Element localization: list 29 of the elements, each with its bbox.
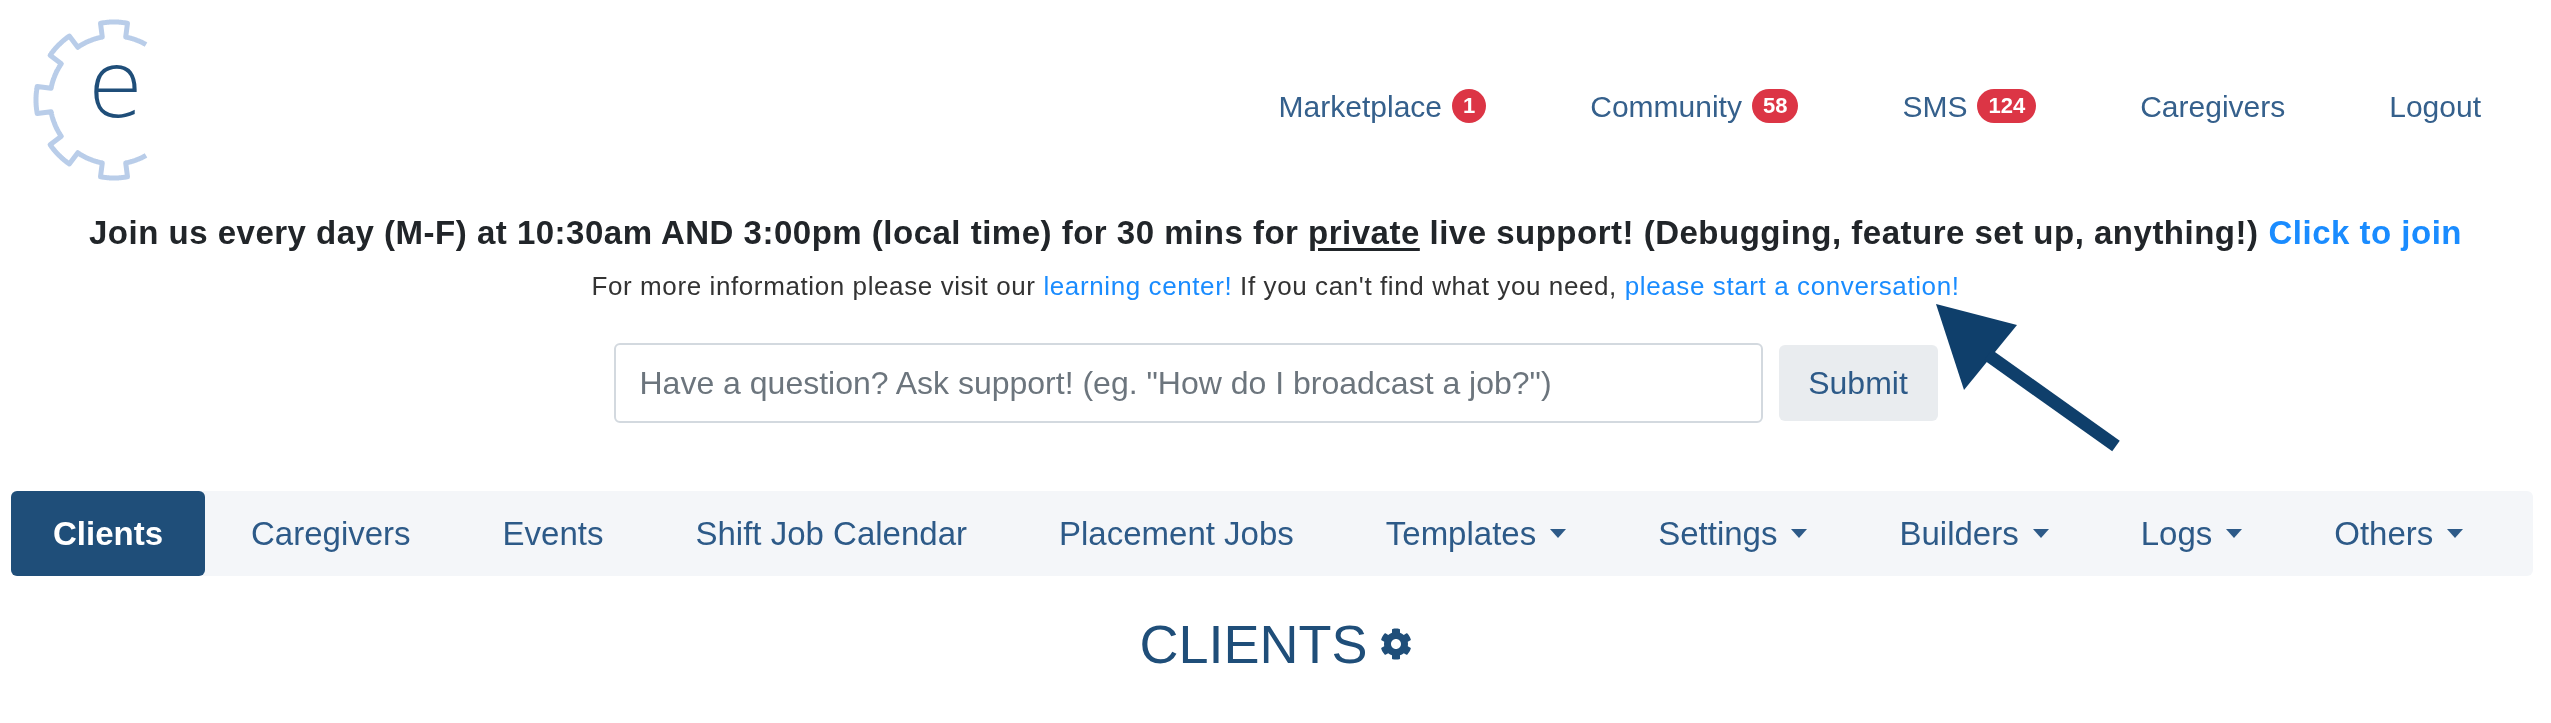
help-text: For more information please visit our learning center! If you can't find what you need, please start a conversation! [591, 271, 1960, 301]
nav-link[interactable]: Caregivers [2140, 83, 2286, 129]
nav-tab[interactable]: Others [2288, 491, 2510, 576]
join-link[interactable]: Click to join [2268, 208, 2462, 258]
count-badge: 58 [1751, 89, 1799, 123]
page-heading: CLIENTS [1139, 614, 1368, 674]
nav-tab[interactable]: Clients [11, 491, 206, 576]
nav-tab[interactable]: Builders [1853, 491, 2095, 576]
nav-link[interactable]: Logout [2389, 83, 2481, 129]
text-link[interactable]: please start a conversation! [1624, 271, 1960, 301]
gear-outline-icon [33, 19, 148, 181]
search-field[interactable]: Have a question? Ask support! (eg. "How do I broadcast a job?") [613, 343, 1763, 423]
nav-tab[interactable]: Events [456, 491, 650, 576]
nav-tab[interactable]: Settings [1612, 491, 1854, 576]
count-badge: 124 [1977, 89, 2037, 123]
nav-tab[interactable]: Placement Jobs [1013, 491, 1340, 576]
nav-link[interactable]: Community [1590, 83, 1742, 129]
nav-tab[interactable]: Caregivers [205, 491, 457, 576]
text-link[interactable]: learning center! [1043, 271, 1233, 301]
nav-tab[interactable]: Logs [2094, 491, 2289, 576]
nav-tab[interactable]: Shift Job Calendar [649, 491, 1013, 576]
announcement-text: Join us every day (M-F) at 10:30am AND 3:00pm (local time) for 30 mins for private live support! (Debugging, feature set up, anything!) [89, 213, 2259, 254]
settings-icon[interactable] [1379, 628, 1412, 660]
count-badge: 1 [1452, 89, 1487, 123]
nav-link[interactable]: SMS [1902, 83, 1968, 129]
logo-letter: e [87, 40, 144, 132]
nav-tab[interactable]: Templates [1339, 491, 1613, 576]
submit-button[interactable]: Submit [1778, 345, 1938, 421]
nav-link[interactable]: Marketplace [1278, 83, 1442, 129]
